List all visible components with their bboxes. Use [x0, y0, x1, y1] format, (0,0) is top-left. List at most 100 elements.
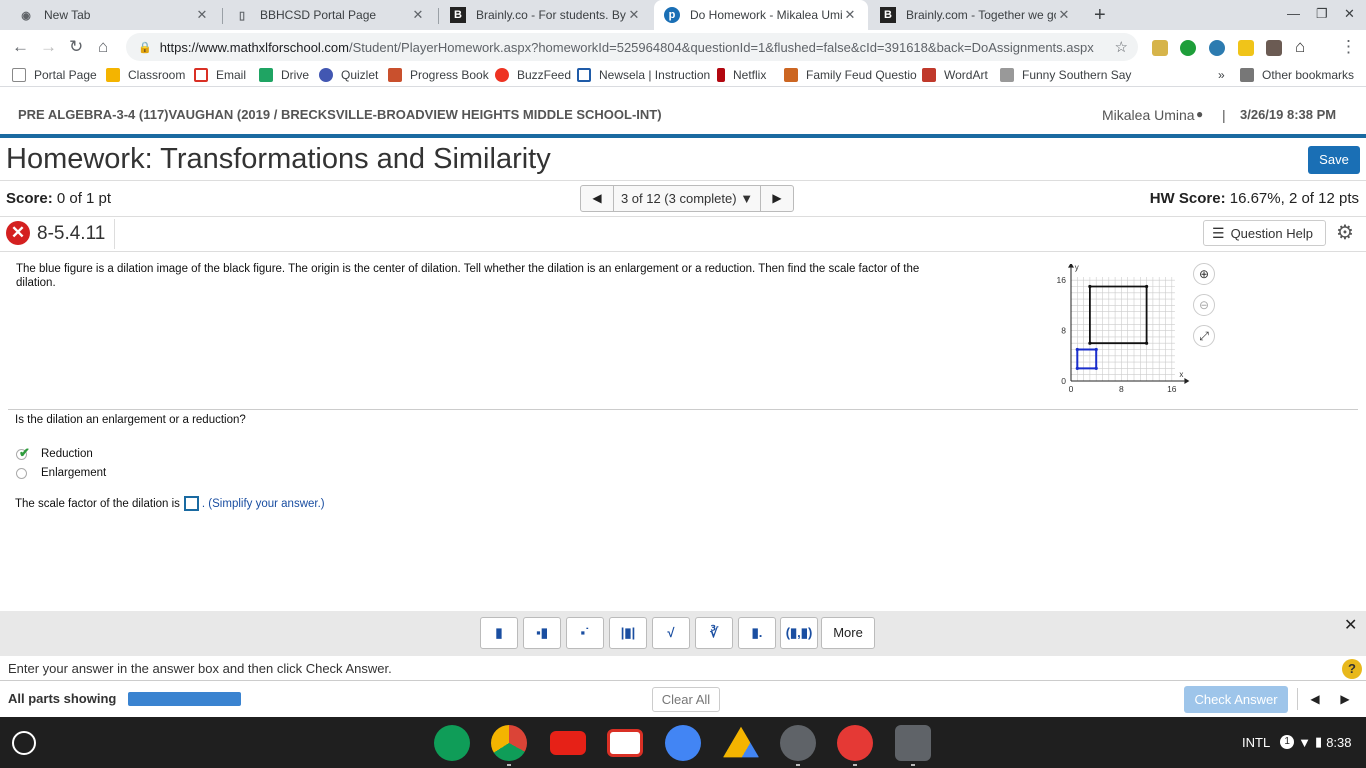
- zoom-in-icon[interactable]: ⊕: [1193, 263, 1215, 285]
- gear-icon[interactable]: ⚙: [1336, 220, 1354, 245]
- tab-do-homework[interactable]: p Do Homework - Mikalea Umina ✕: [654, 0, 868, 30]
- bookmark-progress-book[interactable]: Progress Book: [388, 68, 489, 82]
- bookmark-star-icon[interactable]: ☆: [1115, 38, 1128, 56]
- home-icon[interactable]: ⌂: [98, 37, 108, 57]
- bookmark-drive[interactable]: Drive: [259, 68, 309, 82]
- youtube-icon[interactable]: [550, 731, 586, 755]
- absolute-value-button[interactable]: |▮|: [609, 617, 647, 649]
- divider: [114, 219, 115, 249]
- next-button[interactable]: ▶: [1330, 687, 1360, 712]
- chrome-icon: ◉: [21, 9, 31, 22]
- close-icon[interactable]: ✕: [626, 7, 642, 23]
- next-question-button[interactable]: ▶: [761, 186, 793, 211]
- option-label: Reduction: [41, 448, 93, 460]
- gmail-icon[interactable]: [607, 729, 643, 757]
- close-icon[interactable]: ✕: [1056, 7, 1072, 23]
- ordered-pair-button[interactable]: (▮,▮): [780, 617, 818, 649]
- close-icon[interactable]: ✕: [1344, 615, 1357, 635]
- user-name[interactable]: Mikalea Umina: [1102, 107, 1195, 123]
- tab-brainly-com[interactable]: B Brainly.com - Together we go far ✕: [870, 0, 1082, 30]
- save-button[interactable]: Save: [1308, 146, 1360, 174]
- page-icon: ▯: [238, 9, 246, 22]
- bookmark-classroom[interactable]: Classroom: [106, 68, 185, 82]
- x-tick-label: 0: [1069, 384, 1074, 394]
- drive-icon[interactable]: [723, 726, 759, 758]
- zoom-out-icon[interactable]: ⊖: [1193, 294, 1215, 316]
- bookmark-overflow[interactable]: »: [1218, 68, 1225, 82]
- close-icon[interactable]: ✕: [842, 7, 858, 23]
- divider: [0, 216, 1366, 217]
- classroom-icon: [106, 68, 120, 82]
- extension-notes-icon[interactable]: [1152, 40, 1168, 56]
- calculator-icon[interactable]: [895, 725, 931, 761]
- check-answer-button[interactable]: Check Answer: [1184, 686, 1288, 713]
- close-icon[interactable]: ✕: [410, 7, 426, 23]
- previous-question-button[interactable]: ◀: [581, 186, 613, 211]
- fraction-button[interactable]: ▮: [480, 617, 518, 649]
- photos-icon[interactable]: [837, 725, 873, 761]
- new-tab-icon[interactable]: +: [1094, 4, 1106, 27]
- bookmark-family-feud[interactable]: Family Feud Questio: [784, 68, 917, 82]
- hangouts-icon[interactable]: [434, 725, 470, 761]
- answer-box[interactable]: [183, 496, 199, 511]
- brainly-icon: B: [880, 7, 896, 23]
- bookmark-quizlet[interactable]: Quizlet: [319, 68, 378, 82]
- folder-icon: [1240, 68, 1254, 82]
- launcher-icon[interactable]: [12, 731, 36, 755]
- decimal-button[interactable]: ▮.: [738, 617, 776, 649]
- address-bar[interactable]: 🔒 https://www.mathxlforschool.com/Studen…: [126, 33, 1138, 61]
- other-bookmarks[interactable]: Other bookmarks: [1240, 68, 1354, 82]
- question-select[interactable]: 3 of 12 (3 complete) ▼: [613, 186, 761, 211]
- close-icon[interactable]: ✕: [194, 7, 210, 23]
- bookmark-newsela[interactable]: Newsela | Instruction: [577, 68, 710, 82]
- radio-reduction[interactable]: ✔: [16, 445, 30, 460]
- mixed-number-button[interactable]: ▪▮: [523, 617, 561, 649]
- extension-globe-icon[interactable]: [1209, 40, 1225, 56]
- blue-square-vertex: [1094, 366, 1098, 370]
- more-button[interactable]: More: [821, 617, 875, 649]
- expand-icon[interactable]: ⤢: [1193, 325, 1215, 347]
- window-close-icon[interactable]: ✕: [1344, 6, 1355, 22]
- previous-button[interactable]: ◀: [1300, 687, 1330, 712]
- option-reduction[interactable]: ✔ Reduction: [16, 445, 93, 460]
- tab-brainly-co[interactable]: B Brainly.co - For students. By stu ✕: [440, 0, 652, 30]
- bookmark-portal-page[interactable]: Portal Page: [12, 68, 97, 82]
- nth-root-button[interactable]: ∛: [695, 617, 733, 649]
- system-tray[interactable]: INTL 1 ▼ ▮ 8:38: [1242, 734, 1352, 750]
- bookmark-netflix[interactable]: Netflix: [717, 68, 766, 82]
- bookmark-email[interactable]: Email: [194, 68, 246, 82]
- extension-2048-icon[interactable]: [1266, 40, 1282, 56]
- radio-enlargement[interactable]: [16, 467, 27, 479]
- question-help-button[interactable]: ☰ Question Help: [1203, 220, 1326, 246]
- chrome-icon[interactable]: [491, 725, 527, 761]
- extension-green-icon[interactable]: [1180, 40, 1196, 56]
- tab-title: BBHCSD Portal Page: [260, 8, 377, 22]
- maximize-icon[interactable]: ❐: [1316, 6, 1328, 22]
- help-icon[interactable]: ?: [1342, 659, 1362, 679]
- back-icon[interactable]: ←: [12, 37, 29, 57]
- bookmark-buzzfeed[interactable]: BuzzFeed: [495, 68, 571, 82]
- x-tick-label: 8: [1119, 384, 1124, 394]
- clear-all-button[interactable]: Clear All: [652, 687, 720, 712]
- extension-yellow-icon[interactable]: [1238, 40, 1254, 56]
- minimize-icon[interactable]: —: [1287, 6, 1300, 21]
- exponent-button[interactable]: ▪˙: [566, 617, 604, 649]
- running-indicator: [911, 764, 915, 766]
- bookmark-wordart[interactable]: WordArt: [922, 68, 988, 82]
- all-parts-label: All parts showing: [8, 691, 117, 706]
- camera-icon[interactable]: [780, 725, 816, 761]
- menu-icon[interactable]: ⋮: [1340, 37, 1357, 57]
- reload-icon[interactable]: ↻: [69, 37, 83, 57]
- square-root-button[interactable]: √: [652, 617, 690, 649]
- home-extension-icon[interactable]: ⌂: [1295, 37, 1305, 57]
- black-square-vertex: [1088, 341, 1092, 345]
- bookmark-label: Email: [216, 68, 247, 82]
- option-enlargement[interactable]: Enlargement: [16, 467, 106, 479]
- tab-bbhcsd[interactable]: ▯ BBHCSD Portal Page ✕: [224, 0, 436, 30]
- blue-square: [1076, 348, 1098, 370]
- files-icon[interactable]: [665, 725, 701, 761]
- tab-new-tab[interactable]: ◉ New Tab ✕: [8, 0, 220, 30]
- black-square-vertex: [1145, 284, 1149, 289]
- forward-icon[interactable]: →: [40, 37, 57, 57]
- bookmark-funny-southern[interactable]: Funny Southern Say: [1000, 68, 1131, 82]
